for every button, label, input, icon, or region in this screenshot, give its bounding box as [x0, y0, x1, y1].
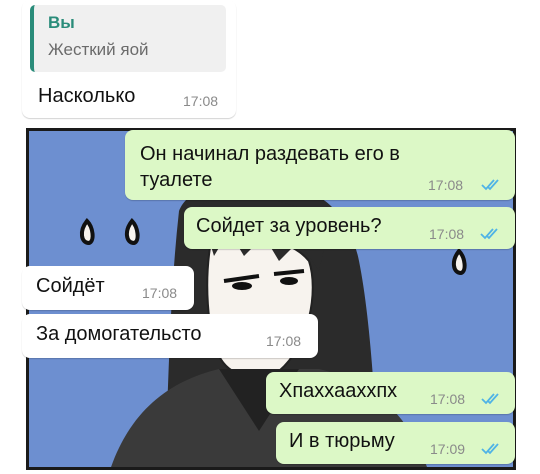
message-text: Сойдет за уровень? — [196, 215, 382, 237]
message-text: И в тюрьму — [289, 430, 395, 452]
message-time: 17:08 — [266, 333, 302, 349]
message-text: Сойдёт — [36, 275, 105, 297]
reply-message-bubble[interactable]: Вы Жесткий яой Насколько 17:08 — [22, 0, 236, 118]
message-text: За домогательсто — [36, 323, 202, 345]
message-time: 17:08 — [430, 391, 466, 407]
double-check-icon — [481, 179, 499, 191]
double-check-icon — [480, 228, 498, 240]
double-check-icon — [481, 393, 499, 405]
message-text: Насколько — [38, 85, 136, 107]
message-time: 17:09 — [430, 441, 466, 457]
outgoing-message-bubble[interactable]: Он начинал раздевать его в туалете 17:08 — [125, 130, 515, 200]
double-check-icon — [481, 443, 499, 455]
message-text-line-1: Он начинал раздевать его в — [140, 143, 400, 165]
quoted-message[interactable]: Вы Жесткий яой — [30, 5, 226, 72]
message-time: 17:08 — [142, 285, 178, 301]
message-text: Хпаххааххпх — [279, 380, 398, 402]
message-time: 17:08 — [428, 177, 464, 193]
quoted-text: Жесткий яой — [48, 40, 149, 59]
quoted-author: Вы — [48, 13, 75, 32]
outgoing-message-bubble[interactable]: Сойдет за уровень? 17:08 — [184, 207, 515, 249]
message-time: 17:08 — [183, 93, 219, 109]
message-text-line-2: туалете — [140, 169, 213, 191]
outgoing-message-bubble[interactable]: И в тюрьму 17:09 — [276, 422, 515, 464]
incoming-message-bubble[interactable]: За домогательсто 17:08 — [22, 314, 318, 358]
outgoing-message-bubble[interactable]: Хпаххааххпх 17:08 — [266, 372, 515, 414]
message-time: 17:08 — [429, 226, 465, 242]
incoming-message-bubble[interactable]: Сойдёт 17:08 — [22, 266, 194, 310]
